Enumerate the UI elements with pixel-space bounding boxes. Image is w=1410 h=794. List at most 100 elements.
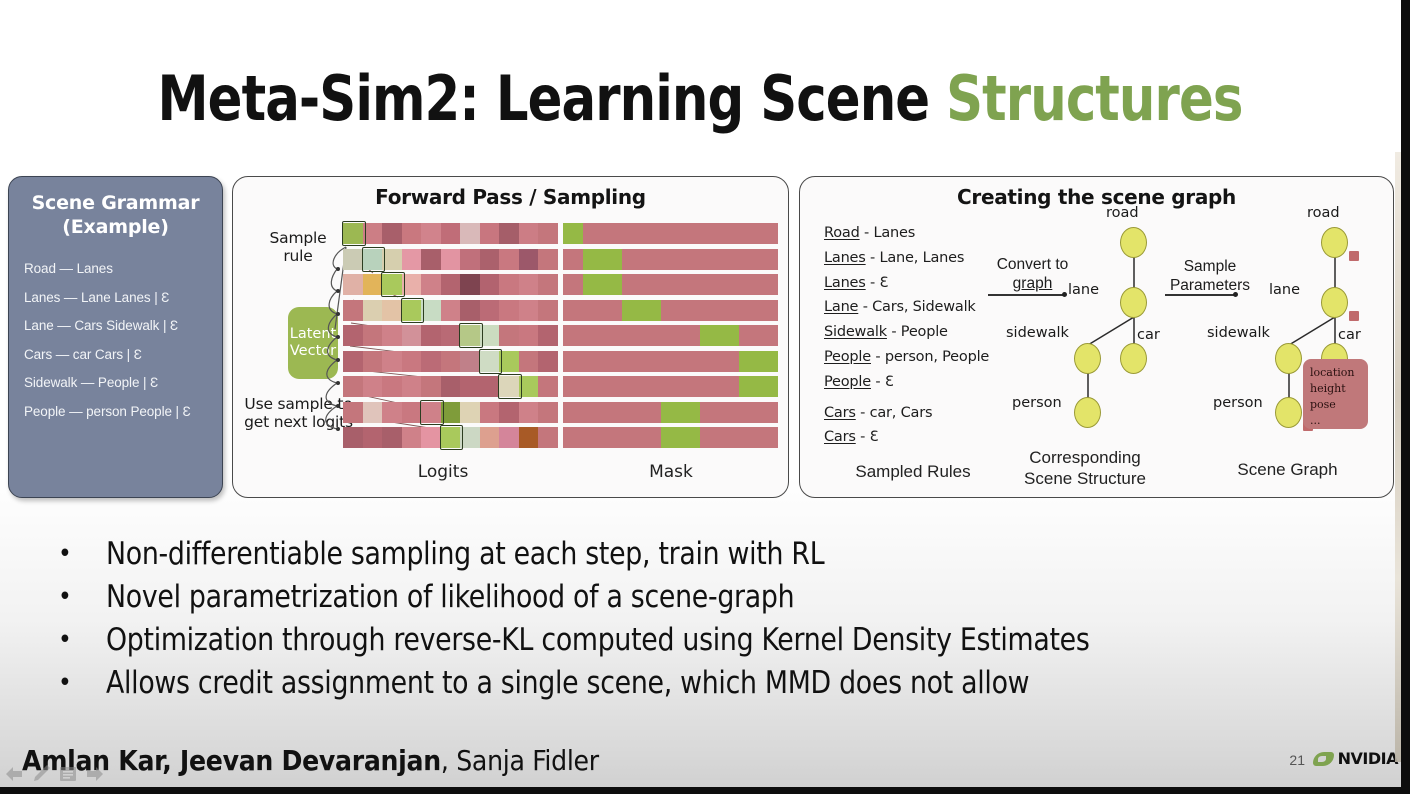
mask-blocked-cell [582, 350, 603, 372]
param-square-lane [1349, 311, 1359, 321]
logits-cell [421, 325, 441, 346]
structure-node-person [1074, 397, 1101, 428]
logits-axis-label: Logits [417, 462, 469, 482]
logits-cell [538, 325, 559, 346]
sampled-rule-lhs: Sidewalk [824, 324, 887, 341]
graph-label-lane: lane [1269, 282, 1301, 298]
convert-caption-line1: Convert to [996, 256, 1069, 273]
mask-blocked-cell [563, 274, 583, 295]
logits-cell [382, 376, 402, 397]
authors-rest: , Sanja Fidler [440, 744, 599, 777]
mask-blocked-cell [582, 325, 603, 346]
sample-rule-label: Sample rule [269, 229, 327, 265]
bullet-item: • Optimization through reverse-KL compute… [58, 619, 1338, 662]
scene-graph-title: Creating the scene graph [957, 185, 1236, 209]
sampled-rule-rhs: - person, People [870, 348, 990, 365]
logits-cell [518, 427, 539, 448]
logits-cell [421, 350, 441, 372]
sampled-rule-rhs: - Lanes [859, 225, 916, 241]
param-line: height [1310, 382, 1346, 395]
mask-blocked-cell [680, 325, 700, 346]
logits-cell [499, 350, 519, 372]
logits-cell [499, 223, 519, 244]
logits-cell [382, 325, 402, 346]
mask-blocked-cell [680, 223, 700, 244]
mask-blocked-cell [699, 274, 720, 295]
pen-annotate-icon[interactable] [29, 762, 53, 786]
sampled-rule-rhs: - Lane, Lanes [865, 249, 965, 266]
latent-vector-box: Latent Vector [288, 307, 338, 379]
sampled-rule: Sidewalk - People [824, 320, 989, 345]
logits-cell [479, 401, 500, 423]
bullet-item: • Non-differentiable sampling at each ste… [58, 533, 1338, 576]
mask-blocked-cell [680, 350, 700, 372]
mask-blocked-cell [719, 248, 739, 270]
mask-blocked-cell [758, 223, 779, 244]
bullet-item: • Novel parametrization of likelihood of … [58, 576, 1338, 619]
latent-vector-label-line2: Vector [289, 343, 337, 359]
mask-blocked-cell [680, 299, 700, 321]
bullet-marker: • [58, 625, 72, 655]
scene-grammar-title: Scene Grammar (Example) [19, 191, 212, 239]
logits-cell [499, 299, 519, 321]
presentation-nav-controls[interactable] [2, 762, 107, 786]
logits-cell [499, 427, 519, 448]
mask-axis-label: Mask [649, 462, 693, 482]
sampled-rule-rhs: - People [886, 324, 948, 341]
convert-arrow-icon [988, 292, 1067, 297]
structure-node-car [1120, 343, 1147, 374]
mask-blocked-cell [738, 223, 759, 244]
sampled-logit-marker [439, 425, 464, 450]
mask-blocked-cell [680, 376, 700, 397]
logits-row [343, 297, 559, 323]
slide-menu-icon[interactable] [56, 762, 80, 786]
page-title: Meta-Sim2: Learning Scene Structures [56, 62, 1344, 135]
mask-row [563, 223, 779, 244]
bottom-edge-border [0, 787, 1410, 794]
mask-allowed-cell [582, 248, 603, 270]
logits-cell [518, 223, 539, 244]
logits-cell [479, 248, 500, 270]
logits-cell [362, 325, 383, 346]
mask-blocked-cell [699, 223, 720, 244]
page-title-main: Meta-Sim2: Learning Scene [157, 62, 947, 135]
logits-cell [460, 427, 480, 448]
logits-row [343, 272, 559, 297]
sampled-rule-rhs: - car, Cars [855, 404, 933, 421]
logits-row [343, 323, 559, 348]
logits-cell [538, 274, 559, 295]
param-line: location [1310, 366, 1355, 379]
structure-node-road [1120, 227, 1147, 258]
previous-slide-icon[interactable] [2, 762, 26, 786]
logits-cell [460, 376, 480, 397]
mask-allowed-cell [758, 376, 779, 397]
sample-params-line2: Parameters [1169, 277, 1251, 294]
mask-blocked-cell [758, 427, 779, 448]
sampled-rules-caption: Sampled Rules [855, 462, 971, 481]
mask-blocked-cell [719, 376, 739, 397]
sampled-rule: People - person, People [824, 345, 989, 370]
logits-cell [440, 350, 461, 372]
mask-blocked-cell [621, 427, 642, 448]
sampled-logit-marker [498, 374, 522, 399]
mask-blocked-cell [660, 299, 681, 321]
mask-blocked-cell [641, 223, 661, 244]
logits-row [343, 246, 559, 272]
logits-cell [382, 223, 402, 244]
logits-cell [401, 325, 422, 346]
logits-cell [460, 350, 480, 372]
authors-line: Amlan Kar, Jeevan Devaranjan, Sanja Fidl… [22, 744, 599, 777]
logits-cell [382, 401, 402, 423]
mask-allowed-cell [641, 299, 661, 321]
mask-allowed-cell [738, 376, 759, 397]
logits-row [343, 348, 559, 374]
mask-blocked-cell [758, 401, 779, 423]
logits-cell [479, 299, 500, 321]
sampled-rule-rhs: - Cars, Sidewalk [858, 299, 976, 316]
mask-blocked-cell [660, 325, 681, 346]
next-slide-icon[interactable] [83, 762, 107, 786]
mask-blocked-cell [719, 274, 739, 295]
forward-pass-diagram: Sample rule Use sample to get next logit… [233, 177, 788, 497]
sampled-rule-lhs: Lanes [824, 249, 866, 266]
sample-params-line1: Sample [1183, 258, 1237, 275]
